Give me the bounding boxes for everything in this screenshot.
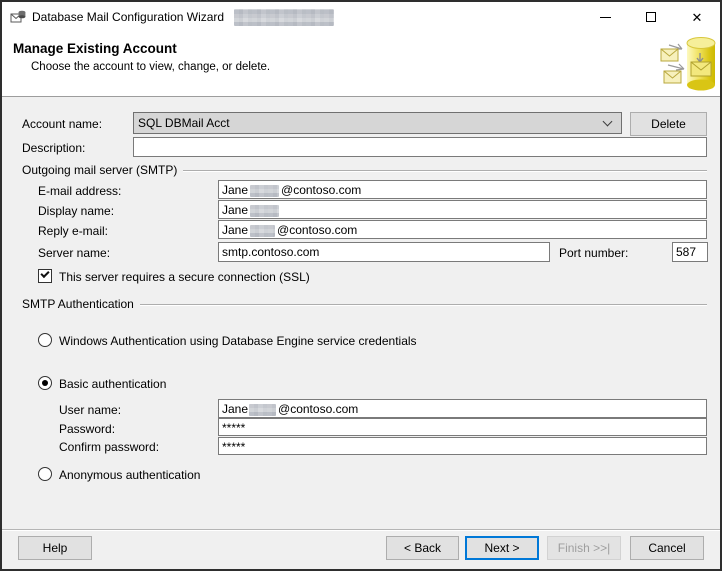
email-value-suffix: @contoso.com: [281, 183, 361, 197]
database-mail-illustration-icon: [660, 35, 718, 94]
reply-email-prefix: Jane: [222, 223, 248, 237]
basic-auth-radio[interactable]: [38, 376, 52, 390]
footer-separator: [2, 529, 720, 530]
close-icon: ✕: [692, 11, 703, 24]
port-number-value: 587: [676, 245, 696, 259]
windows-auth-radio[interactable]: [38, 333, 52, 347]
close-button[interactable]: ✕: [674, 2, 720, 32]
password-label: Password:: [59, 422, 115, 436]
radio-selected-dot: [42, 380, 48, 386]
confirm-password-input[interactable]: *****: [218, 437, 707, 455]
database-mail-app-icon: [10, 9, 26, 25]
maximize-icon: [646, 12, 656, 22]
redacted-user-name: [249, 404, 276, 416]
user-name-label: User name:: [59, 403, 121, 417]
ssl-checkbox-label: This server requires a secure connection…: [59, 270, 310, 284]
smtp-group-title: Outgoing mail server (SMTP): [22, 163, 183, 177]
display-name-label: Display name:: [38, 204, 114, 218]
email-address-input[interactable]: Jane @contoso.com: [218, 180, 707, 199]
redacted-reply-email: [250, 225, 275, 237]
user-name-prefix: Jane: [222, 402, 248, 416]
port-number-label: Port number:: [559, 246, 628, 260]
redacted-title-text: [234, 9, 334, 26]
help-button[interactable]: Help: [18, 536, 92, 560]
redacted-display-name: [250, 205, 279, 217]
confirm-password-label: Confirm password:: [59, 440, 159, 454]
chevron-down-icon: [603, 118, 613, 128]
server-name-input[interactable]: smtp.contoso.com: [218, 242, 550, 262]
cancel-button-label: Cancel: [648, 541, 685, 555]
user-name-input[interactable]: Jane @contoso.com: [218, 399, 707, 418]
window-title: Database Mail Configuration Wizard: [32, 10, 224, 24]
email-address-label: E-mail address:: [38, 184, 121, 198]
minimize-button[interactable]: [582, 2, 628, 32]
display-name-prefix: Jane: [222, 203, 248, 217]
redacted-email: [250, 185, 279, 197]
delete-button[interactable]: Delete: [630, 112, 707, 136]
port-number-input[interactable]: 587: [672, 242, 708, 262]
smtp-group-line: [183, 170, 707, 171]
auth-group-header: SMTP Authentication: [22, 297, 707, 311]
finish-button-label: Finish >>|: [558, 541, 610, 555]
windows-auth-label: Windows Authentication using Database En…: [59, 334, 417, 348]
back-button[interactable]: < Back: [386, 536, 459, 560]
basic-auth-label: Basic authentication: [59, 377, 166, 391]
checkmark-icon: [40, 269, 49, 278]
next-button[interactable]: Next >: [465, 536, 539, 560]
database-mail-wizard-window: Database Mail Configuration Wizard ✕ Man…: [0, 0, 722, 571]
ssl-checkbox[interactable]: [38, 269, 52, 283]
account-name-dropdown[interactable]: SQL DBMail Acct: [133, 112, 622, 134]
anonymous-auth-label: Anonymous authentication: [59, 468, 200, 482]
password-value: *****: [222, 421, 245, 435]
description-label: Description:: [22, 141, 85, 155]
page-subtitle: Choose the account to view, change, or d…: [31, 61, 270, 73]
finish-button: Finish >>|: [547, 536, 621, 560]
server-name-value: smtp.contoso.com: [222, 245, 319, 259]
confirm-password-value: *****: [222, 440, 245, 454]
email-value-prefix: Jane: [222, 183, 248, 197]
help-button-label: Help: [43, 541, 68, 555]
account-name-value: SQL DBMail Acct: [138, 116, 603, 130]
server-name-label: Server name:: [38, 246, 110, 260]
wizard-page-header: Manage Existing Account Choose the accou…: [2, 32, 720, 97]
auth-group-title: SMTP Authentication: [22, 297, 140, 311]
reply-email-suffix: @contoso.com: [277, 223, 357, 237]
smtp-group-header: Outgoing mail server (SMTP): [22, 163, 707, 177]
page-title: Manage Existing Account: [13, 41, 177, 56]
cancel-button[interactable]: Cancel: [630, 536, 704, 560]
display-name-input[interactable]: Jane: [218, 200, 707, 219]
reply-email-label: Reply e-mail:: [38, 224, 108, 238]
anonymous-auth-radio[interactable]: [38, 467, 52, 481]
delete-button-label: Delete: [651, 117, 686, 131]
window-controls: ✕: [582, 2, 720, 32]
titlebar: Database Mail Configuration Wizard ✕: [2, 2, 720, 32]
back-button-label: < Back: [404, 541, 441, 555]
account-name-label: Account name:: [22, 117, 102, 131]
password-input[interactable]: *****: [218, 418, 707, 436]
user-name-suffix: @contoso.com: [278, 402, 358, 416]
minimize-icon: [600, 17, 611, 18]
maximize-button[interactable]: [628, 2, 674, 32]
reply-email-input[interactable]: Jane @contoso.com: [218, 220, 707, 239]
auth-group-line: [140, 304, 707, 305]
description-input[interactable]: [133, 137, 707, 157]
next-button-label: Next >: [484, 541, 519, 555]
